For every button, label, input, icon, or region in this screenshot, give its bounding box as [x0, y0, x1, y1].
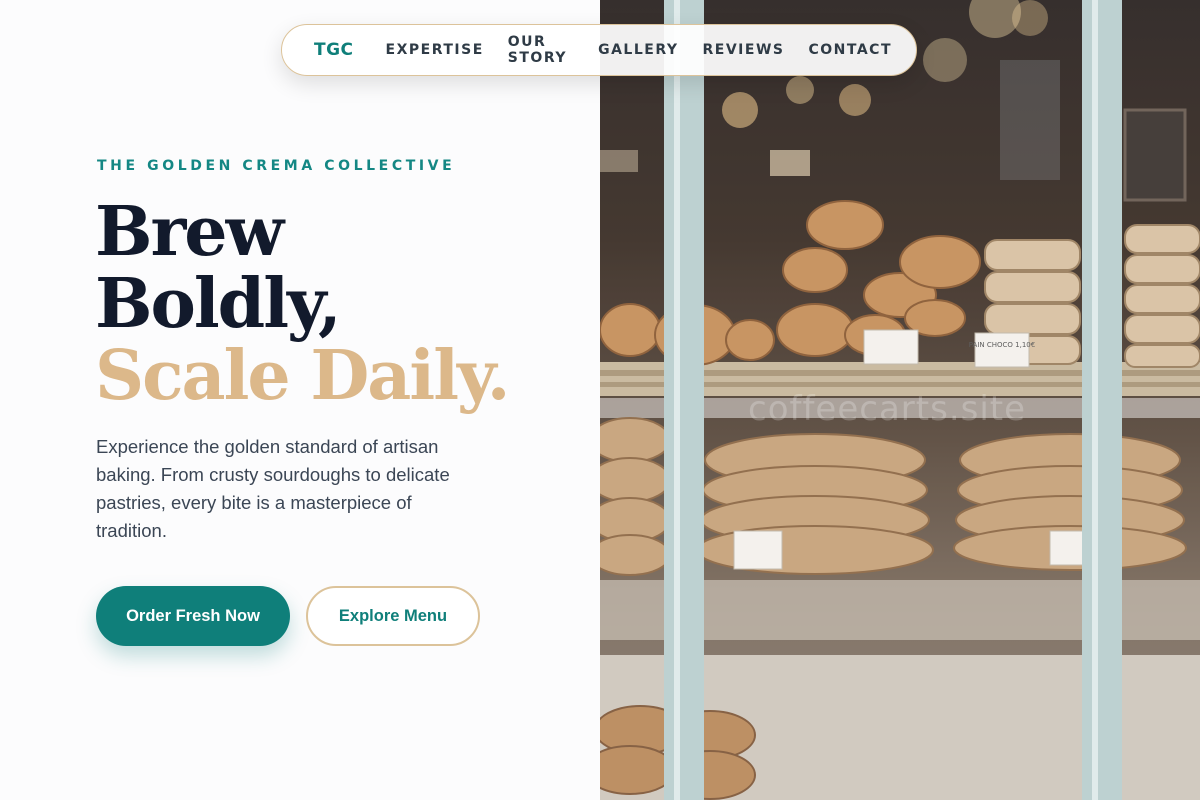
hero-description: Experience the golden standard of artisa…	[96, 436, 450, 541]
headline-line-2: Boldly,	[95, 264, 342, 344]
nav-link-our-story[interactable]: OUR STORY	[508, 34, 574, 66]
logo-link[interactable]: TGC	[314, 40, 354, 60]
hero-headline: Brew Boldly, Scale Daily.	[95, 192, 510, 416]
order-fresh-now-button[interactable]: Order Fresh Now	[96, 586, 290, 646]
nav-link-contact[interactable]: CONTACT	[808, 42, 892, 58]
headline-line-3: Scale Daily.	[95, 336, 510, 416]
watermark-text: coffeecarts.site	[748, 389, 1027, 429]
explore-menu-button[interactable]: Explore Menu	[306, 586, 480, 646]
nav-link-expertise[interactable]: EXPERTISE	[386, 42, 484, 58]
nav-link-gallery[interactable]: GALLERY	[598, 42, 678, 58]
nav-link-reviews[interactable]: REVIEWS	[703, 42, 785, 58]
main-nav: TGC EXPERTISE OUR STORY GALLERY REVIEWS …	[281, 24, 917, 76]
hero-eyebrow: THE GOLDEN CREMA COLLECTIVE	[97, 158, 456, 174]
headline-line-1: Brew	[95, 192, 284, 272]
